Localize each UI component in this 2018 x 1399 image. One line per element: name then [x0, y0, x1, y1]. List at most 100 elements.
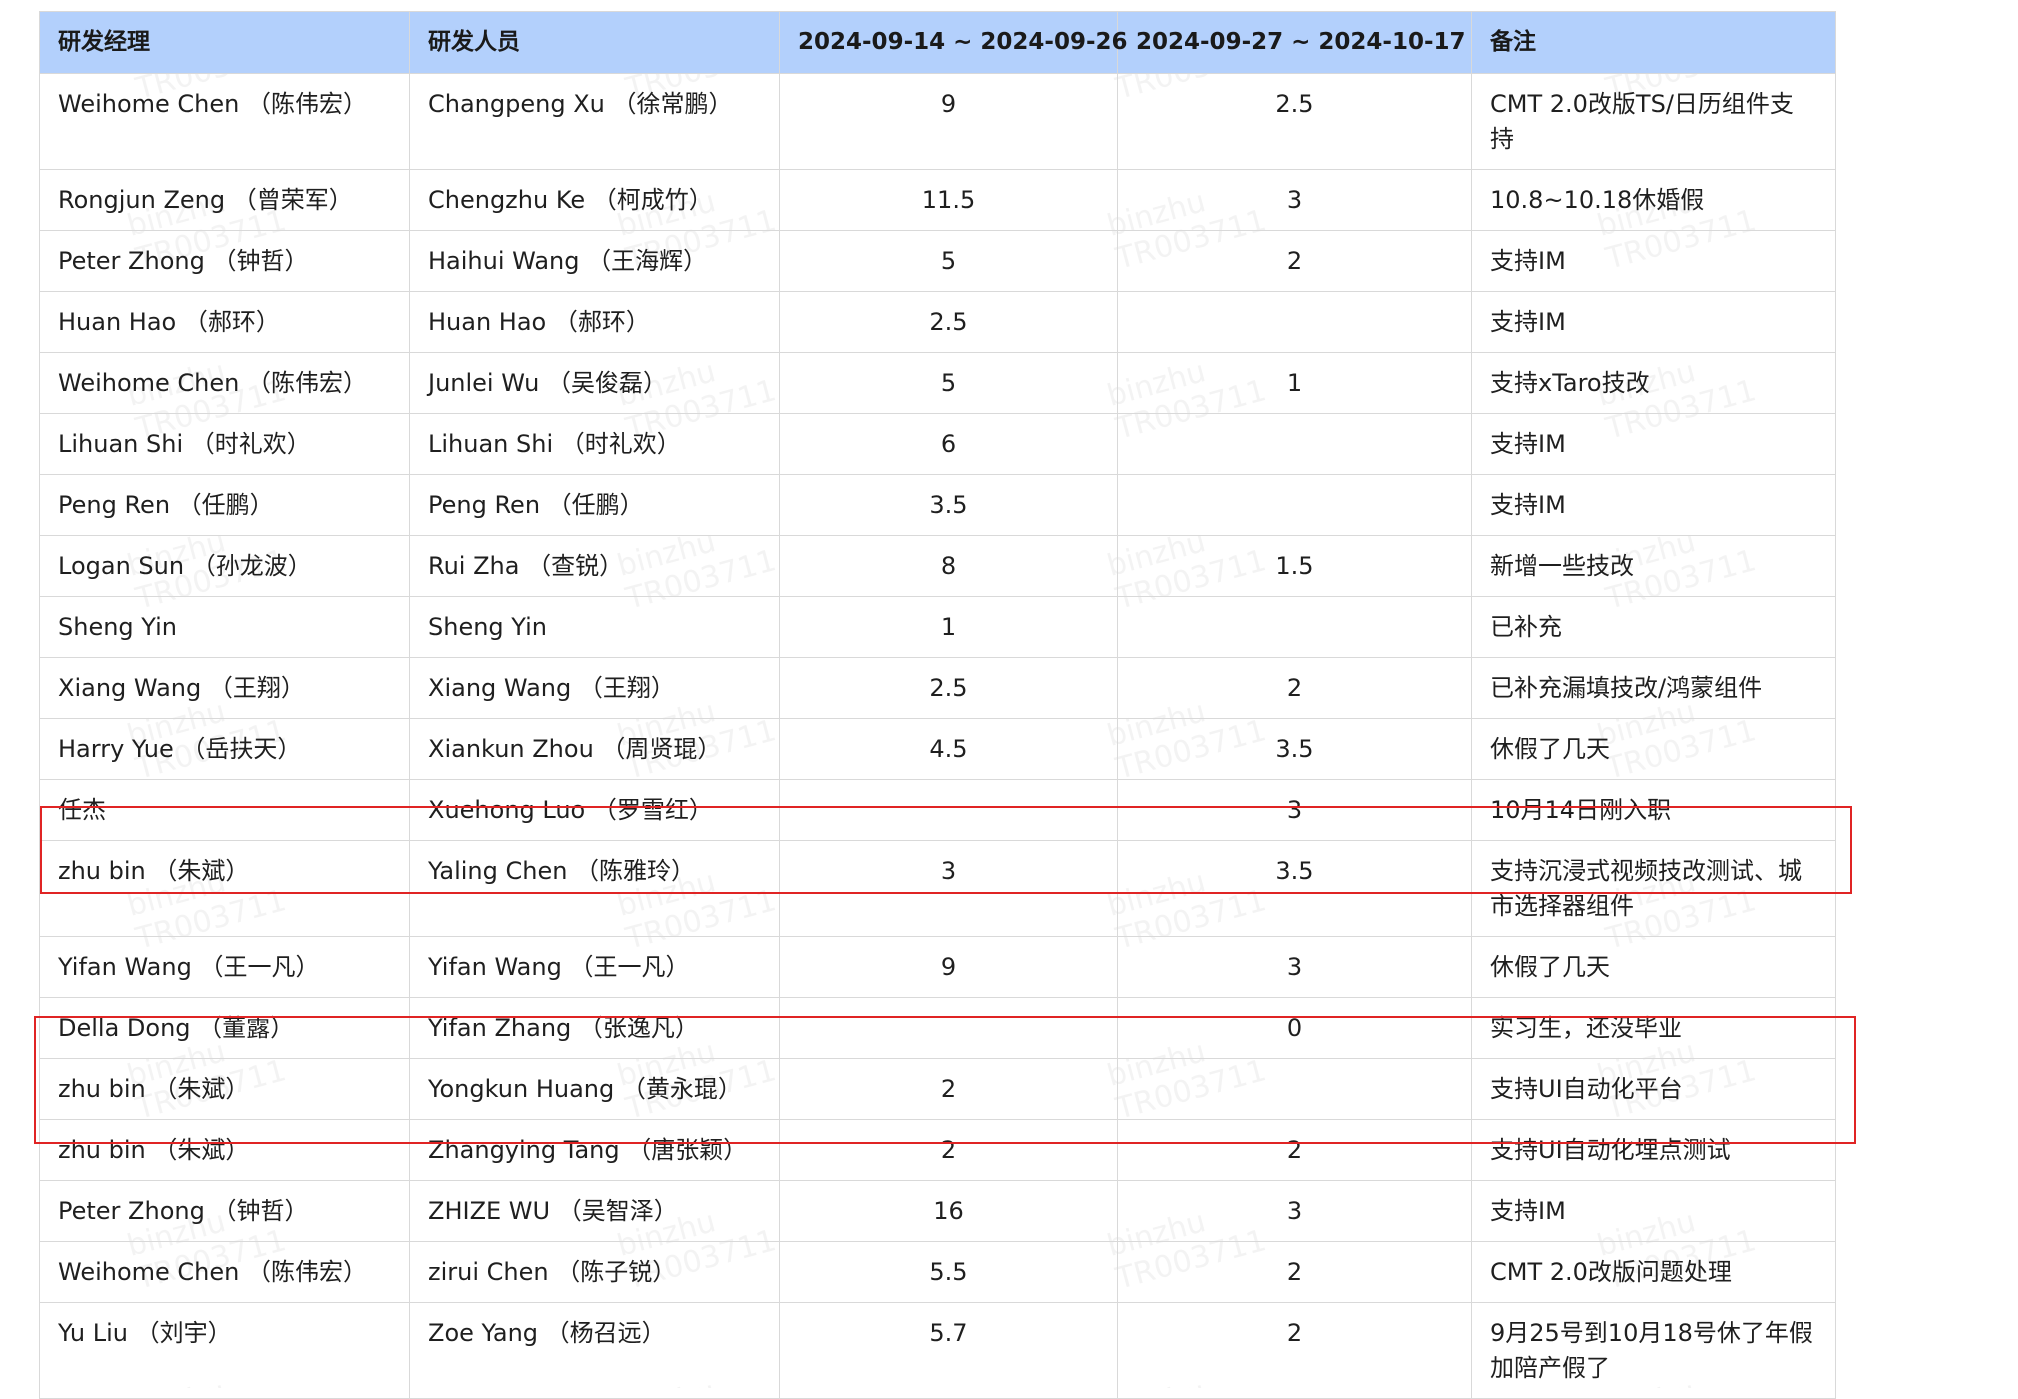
cell-period-2: 2	[1117, 230, 1472, 292]
cell-period-1: 5	[779, 230, 1118, 292]
cell-period-2: 2	[1117, 1241, 1472, 1303]
cell-period-1: 2.5	[779, 657, 1118, 719]
cell-note: 支持IM	[1471, 474, 1836, 536]
cell-note: 新增一些技改	[1471, 535, 1836, 597]
table-row: Della Dong （董露） Yifan Zhang （张逸凡） 0 实习生，还没毕…	[39, 997, 1836, 1059]
cell-note: 支持IM	[1471, 1180, 1836, 1242]
table-row: Logan Sun （孙龙波） Rui Zha （查锐） 8 1.5 新增一些技改	[39, 535, 1836, 597]
cell-developer: zirui Chen （陈子锐）	[409, 1241, 780, 1303]
table-row: zhu bin （朱斌） Yaling Chen （陈雅玲） 3 3.5 支持沉浸式视频…	[39, 840, 1836, 937]
cell-manager: zhu bin （朱斌）	[39, 1058, 410, 1120]
cell-period-1	[779, 997, 1118, 1059]
table-row: Sheng Yin Sheng Yin 1 已补充	[39, 596, 1836, 658]
cell-note: 支持IM	[1471, 230, 1836, 292]
table-row: Peter Zhong （钟哲） ZHIZE WU （吴智泽） 16 3 支持IM	[39, 1180, 1836, 1242]
cell-developer: ZHIZE WU （吴智泽）	[409, 1180, 780, 1242]
cell-period-2	[1117, 291, 1472, 353]
cell-period-1: 3.5	[779, 474, 1118, 536]
table-row: Peng Ren （任鹏） Peng Ren （任鹏） 3.5 支持IM	[39, 474, 1836, 536]
cell-period-1: 8	[779, 535, 1118, 597]
cell-period-2: 2	[1117, 1119, 1472, 1181]
cell-period-2	[1117, 1058, 1472, 1120]
cell-period-1: 5.5	[779, 1241, 1118, 1303]
cell-period-1: 4.5	[779, 718, 1118, 780]
table-row: zhu bin （朱斌） Zhangying Tang （唐张颖） 2 2 支持UI自动…	[39, 1119, 1836, 1181]
cell-developer: Peng Ren （任鹏）	[409, 474, 780, 536]
cell-period-2: 2	[1117, 657, 1472, 719]
cell-manager: Weihome Chen （陈伟宏）	[39, 73, 410, 170]
cell-period-1: 11.5	[779, 169, 1118, 231]
cell-period-2	[1117, 474, 1472, 536]
cell-period-2: 3	[1117, 779, 1472, 841]
table-row: Lihuan Shi （时礼欢） Lihuan Shi （时礼欢） 6 支持IM	[39, 413, 1836, 475]
cell-manager: Peter Zhong （钟哲）	[39, 1180, 410, 1242]
cell-note: 支持IM	[1471, 291, 1836, 353]
cell-note: 休假了几天	[1471, 718, 1836, 780]
cell-manager: Yu Liu （刘宇）	[39, 1302, 410, 1399]
table-row: Yu Liu （刘宇） Zoe Yang （杨召远） 5.7 2 9月25号到10月18…	[39, 1302, 1836, 1399]
cell-period-2: 1.5	[1117, 535, 1472, 597]
cell-developer: Zhangying Tang （唐张颖）	[409, 1119, 780, 1181]
cell-period-1: 16	[779, 1180, 1118, 1242]
cell-manager: Peng Ren （任鹏）	[39, 474, 410, 536]
cell-developer: Yifan Wang （王一凡）	[409, 936, 780, 998]
cell-period-2: 3.5	[1117, 718, 1472, 780]
cell-period-2: 3.5	[1117, 840, 1472, 937]
cell-developer: Haihui Wang （王海辉）	[409, 230, 780, 292]
cell-note: CMT 2.0改版问题处理	[1471, 1241, 1836, 1303]
cell-note: 已补充	[1471, 596, 1836, 658]
cell-note: 10.8~10.18休婚假	[1471, 169, 1836, 231]
header-note: 备注	[1471, 11, 1836, 74]
cell-manager: Logan Sun （孙龙波）	[39, 535, 410, 597]
cell-period-1: 2	[779, 1119, 1118, 1181]
table-row: Rongjun Zeng （曾荣军） Chengzhu Ke （柯成竹） 11.5 3…	[39, 169, 1836, 231]
cell-manager: Rongjun Zeng （曾荣军）	[39, 169, 410, 231]
table-row: zhu bin （朱斌） Yongkun Huang （黄永琨） 2 支持UI自动化平…	[39, 1058, 1836, 1120]
table-row: Yifan Wang （王一凡） Yifan Wang （王一凡） 9 3 休假了几天	[39, 936, 1836, 998]
cell-period-1	[779, 779, 1118, 841]
cell-note: 实习生，还没毕业	[1471, 997, 1836, 1059]
cell-manager: Lihuan Shi （时礼欢）	[39, 413, 410, 475]
cell-period-1: 5	[779, 352, 1118, 414]
cell-developer: Rui Zha （查锐）	[409, 535, 780, 597]
cell-note: 支持沉浸式视频技改测试、城市选择器组件	[1471, 840, 1836, 937]
cell-period-1: 3	[779, 840, 1118, 937]
cell-note: 支持xTaro技改	[1471, 352, 1836, 414]
cell-note: CMT 2.0改版TS/日历组件支持	[1471, 73, 1836, 170]
table-row: Harry Yue （岳扶天） Xiankun Zhou （周贤琨） 4.5 3.5 休…	[39, 718, 1836, 780]
cell-note: 支持UI自动化平台	[1471, 1058, 1836, 1120]
cell-note: 10月14日刚入职	[1471, 779, 1836, 841]
cell-manager: Xiang Wang （王翔）	[39, 657, 410, 719]
cell-developer: Xiang Wang （王翔）	[409, 657, 780, 719]
cell-period-1: 5.7	[779, 1302, 1118, 1399]
cell-period-2: 3	[1117, 1180, 1472, 1242]
cell-manager: Peter Zhong （钟哲）	[39, 230, 410, 292]
cell-manager: 任杰	[39, 779, 410, 841]
table-header-row: 研发经理 研发人员 2024-09-14 ~ 2024-09-26 2024-0…	[39, 11, 1836, 74]
cell-period-2: 2	[1117, 1302, 1472, 1399]
cell-period-2: 3	[1117, 936, 1472, 998]
cell-period-1: 2	[779, 1058, 1118, 1120]
cell-developer: Zoe Yang （杨召远）	[409, 1302, 780, 1399]
cell-note: 支持IM	[1471, 413, 1836, 475]
cell-developer: Huan Hao （郝环）	[409, 291, 780, 353]
table-row: Huan Hao （郝环） Huan Hao （郝环） 2.5 支持IM	[39, 291, 1836, 353]
table-row: Peter Zhong （钟哲） Haihui Wang （王海辉） 5 2 支持IM	[39, 230, 1836, 292]
cell-developer: Junlei Wu （吴俊磊）	[409, 352, 780, 414]
table-row: Xiang Wang （王翔） Xiang Wang （王翔） 2.5 2 已补充漏填技…	[39, 657, 1836, 719]
cell-developer: Sheng Yin	[409, 596, 780, 658]
cell-period-1: 9	[779, 936, 1118, 998]
header-developer: 研发人员	[409, 11, 780, 74]
cell-note: 已补充漏填技改/鸿蒙组件	[1471, 657, 1836, 719]
cell-manager: Sheng Yin	[39, 596, 410, 658]
cell-developer: Xuehong Luo （罗雪红）	[409, 779, 780, 841]
cell-period-1: 1	[779, 596, 1118, 658]
cell-period-1: 9	[779, 73, 1118, 170]
dev-hours-table: 研发经理 研发人员 2024-09-14 ~ 2024-09-26 2024-0…	[39, 11, 1836, 1399]
cell-developer: Yongkun Huang （黄永琨）	[409, 1058, 780, 1120]
header-manager: 研发经理	[39, 11, 410, 74]
cell-manager: Harry Yue （岳扶天）	[39, 718, 410, 780]
cell-period-2: 3	[1117, 169, 1472, 231]
header-period-2: 2024-09-27 ~ 2024-10-17	[1117, 11, 1472, 74]
cell-developer: Xiankun Zhou （周贤琨）	[409, 718, 780, 780]
